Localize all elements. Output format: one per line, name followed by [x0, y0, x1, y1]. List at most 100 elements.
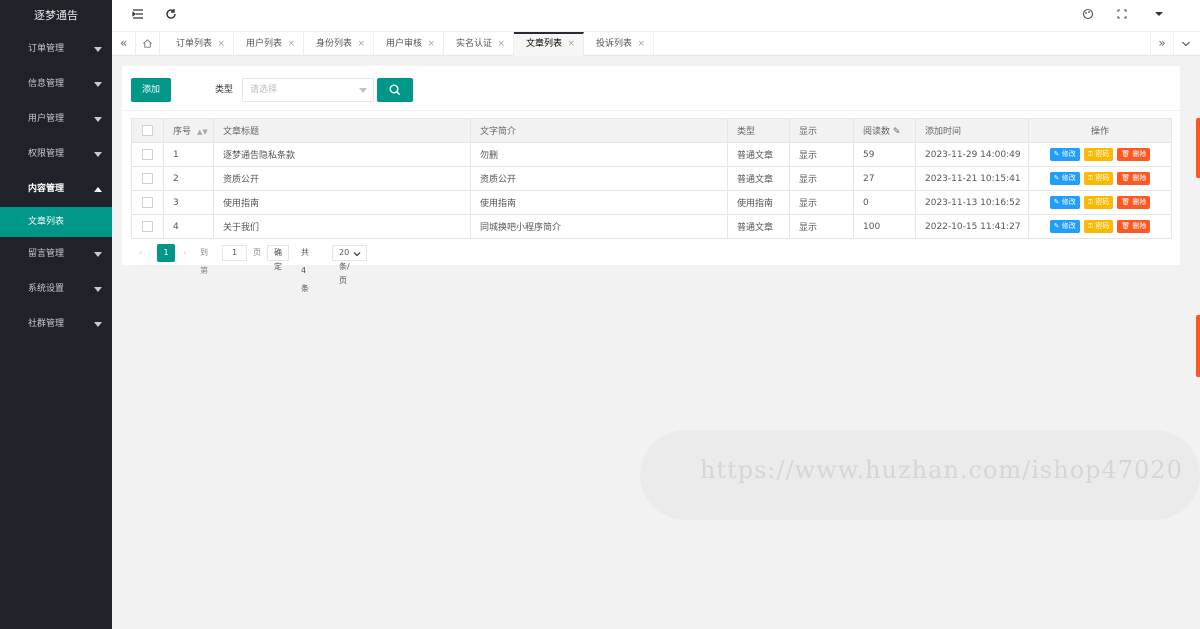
refresh-icon[interactable] [163, 8, 179, 24]
next-page-icon[interactable]: › [183, 244, 186, 262]
cell-reads[interactable]: 27 [853, 166, 916, 191]
column-header-seq[interactable]: 序号 ▲▼ [163, 118, 214, 143]
fullscreen-icon[interactable] [1114, 8, 1130, 24]
edit-button[interactable]: ✎ 修改 [1049, 172, 1080, 185]
chevron-down-icon [94, 252, 102, 257]
close-icon[interactable]: × [217, 32, 225, 56]
row-checkbox[interactable] [142, 149, 153, 160]
cell-reads[interactable]: 0 [853, 190, 916, 215]
close-icon[interactable]: × [287, 32, 295, 56]
tab-users[interactable]: 用户列表 × [234, 32, 304, 56]
sidebar-item-content[interactable]: 内容管理 [0, 172, 112, 207]
page-number-current[interactable]: 1 [157, 244, 175, 262]
sort-icon[interactable]: ▲▼ [197, 128, 208, 136]
delete-button[interactable]: 🗑 删除 [1117, 148, 1151, 161]
cell-time: 2023-11-21 10:15:41 [915, 166, 1029, 191]
chevron-down-icon [94, 82, 102, 87]
tab-label: 订单列表 [176, 39, 213, 49]
cell-show: 显示 [789, 190, 854, 215]
close-icon[interactable]: × [427, 32, 435, 56]
cell-intro: 同城换吧小程序简介 [470, 214, 728, 239]
password-button[interactable]: ⚿ 密码 [1083, 220, 1114, 233]
cell-title: 资质公开 [213, 166, 471, 191]
chevron-down-icon [94, 287, 102, 292]
column-header-reads: 阅读数 ✎ [853, 118, 916, 143]
cell-seq: 1 [163, 142, 214, 167]
tab-complaints[interactable]: 投诉列表 × [584, 32, 654, 56]
sidebar-item-orders[interactable]: 订单管理 [0, 32, 112, 67]
cell-ops: ✎ 修改 ⚿ 密码 🗑 删除 [1028, 142, 1172, 167]
table-row: 1 逐梦通告隐私条款 勿删 普通文章 显示 59 2023-11-29 14:0… [131, 142, 1172, 167]
sidebar-item-label: 系统设置 [28, 284, 65, 294]
row-checkbox[interactable] [142, 221, 153, 232]
select-all-checkbox[interactable] [142, 125, 153, 136]
type-select[interactable]: 请选择 [242, 78, 374, 102]
cell-type: 使用指南 [727, 190, 790, 215]
delete-button[interactable]: 🗑 删除 [1117, 220, 1151, 233]
sidebar-item-messages[interactable]: 留言管理 [0, 237, 112, 272]
home-icon[interactable] [136, 32, 160, 56]
column-header-time: 添加时间 [915, 118, 1029, 143]
password-button[interactable]: ⚿ 密码 [1083, 148, 1114, 161]
cell-intro: 使用指南 [470, 190, 728, 215]
tab-scroll-left-icon[interactable]: « [112, 32, 136, 56]
tab-orders[interactable]: 订单列表 × [164, 32, 234, 56]
cell-ops: ✎ 修改 ⚿ 密码 🗑 删除 [1028, 190, 1172, 215]
sidebar-item-users[interactable]: 用户管理 [0, 102, 112, 137]
password-button[interactable]: ⚿ 密码 [1083, 196, 1114, 209]
delete-button[interactable]: 🗑 删除 [1117, 172, 1151, 185]
search-button[interactable] [377, 78, 413, 102]
column-header-label: 序号 [173, 127, 192, 137]
goto-page-input[interactable]: 1 [222, 245, 247, 261]
close-icon[interactable]: × [637, 32, 645, 56]
close-icon[interactable]: × [497, 32, 505, 56]
tab-label: 用户列表 [246, 39, 283, 49]
tab-label: 投诉列表 [596, 39, 633, 49]
more-icon[interactable] [1151, 8, 1167, 24]
cell-show: 显示 [789, 214, 854, 239]
tab-real-name[interactable]: 实名认证 × [444, 32, 514, 56]
sidebar-item-community[interactable]: 社群管理 [0, 307, 112, 342]
menu-fold-icon[interactable] [130, 8, 146, 24]
sidebar-item-label: 社群管理 [28, 319, 65, 329]
password-button[interactable]: ⚿ 密码 [1083, 172, 1114, 185]
tab-scroll-right-icon[interactable]: » [1150, 32, 1174, 56]
edge-tab-indicator[interactable] [1196, 315, 1200, 377]
table-header-row: 序号 ▲▼ 文章标题 文字简介 类型 显示 阅读数 ✎ 添加时间 操作 [131, 118, 1172, 143]
sidebar-item-label: 用户管理 [28, 114, 65, 124]
row-checkbox[interactable] [142, 173, 153, 184]
cell-reads[interactable]: 100 [853, 214, 916, 239]
row-checkbox[interactable] [142, 197, 153, 208]
close-icon[interactable]: × [567, 34, 575, 54]
delete-button[interactable]: 🗑 删除 [1117, 196, 1151, 209]
sidebar-item-permissions[interactable]: 权限管理 [0, 137, 112, 172]
delete-label: 删除 [1132, 222, 1147, 230]
edge-tab-indicator[interactable] [1196, 118, 1200, 178]
tab-menu-chevron-icon[interactable] [1174, 32, 1198, 56]
watermark-text: https://www.huzhan.com/ishop47020 [700, 456, 1183, 484]
cell-reads[interactable]: 59 [853, 142, 916, 167]
cell-seq: 2 [163, 166, 214, 191]
sidebar-item-label: 订单管理 [28, 44, 65, 54]
sidebar-subitem-article-list[interactable]: 文章列表 [0, 207, 112, 237]
tab-bar: « 订单列表 × 用户列表 × 身份列表 × 用户审核 × 实名认证 × 文章列表 × 投诉… [112, 32, 1200, 56]
password-label: 密码 [1095, 222, 1110, 230]
tab-article-list[interactable]: 文章列表 × [514, 32, 584, 56]
edit-button[interactable]: ✎ 修改 [1049, 196, 1080, 209]
tab-user-review[interactable]: 用户审核 × [374, 32, 444, 56]
prev-page-icon[interactable]: ‹ [139, 244, 142, 262]
goto-confirm-button[interactable]: 确定 [267, 245, 289, 271]
cell-intro: 勿删 [470, 142, 728, 167]
goto-label: 到第 [200, 248, 208, 275]
close-icon[interactable]: × [357, 32, 365, 56]
theme-icon[interactable] [1080, 8, 1096, 24]
sidebar-item-info[interactable]: 信息管理 [0, 67, 112, 102]
add-button[interactable]: 添加 [131, 78, 171, 102]
edit-button[interactable]: ✎ 修改 [1049, 148, 1080, 161]
sidebar-item-settings[interactable]: 系统设置 [0, 272, 112, 307]
page-size-select[interactable]: 20 条/页 [332, 245, 367, 285]
edit-button[interactable]: ✎ 修改 [1049, 220, 1080, 233]
password-label: 密码 [1095, 150, 1110, 158]
delete-label: 删除 [1132, 150, 1147, 158]
tab-identities[interactable]: 身份列表 × [304, 32, 374, 56]
